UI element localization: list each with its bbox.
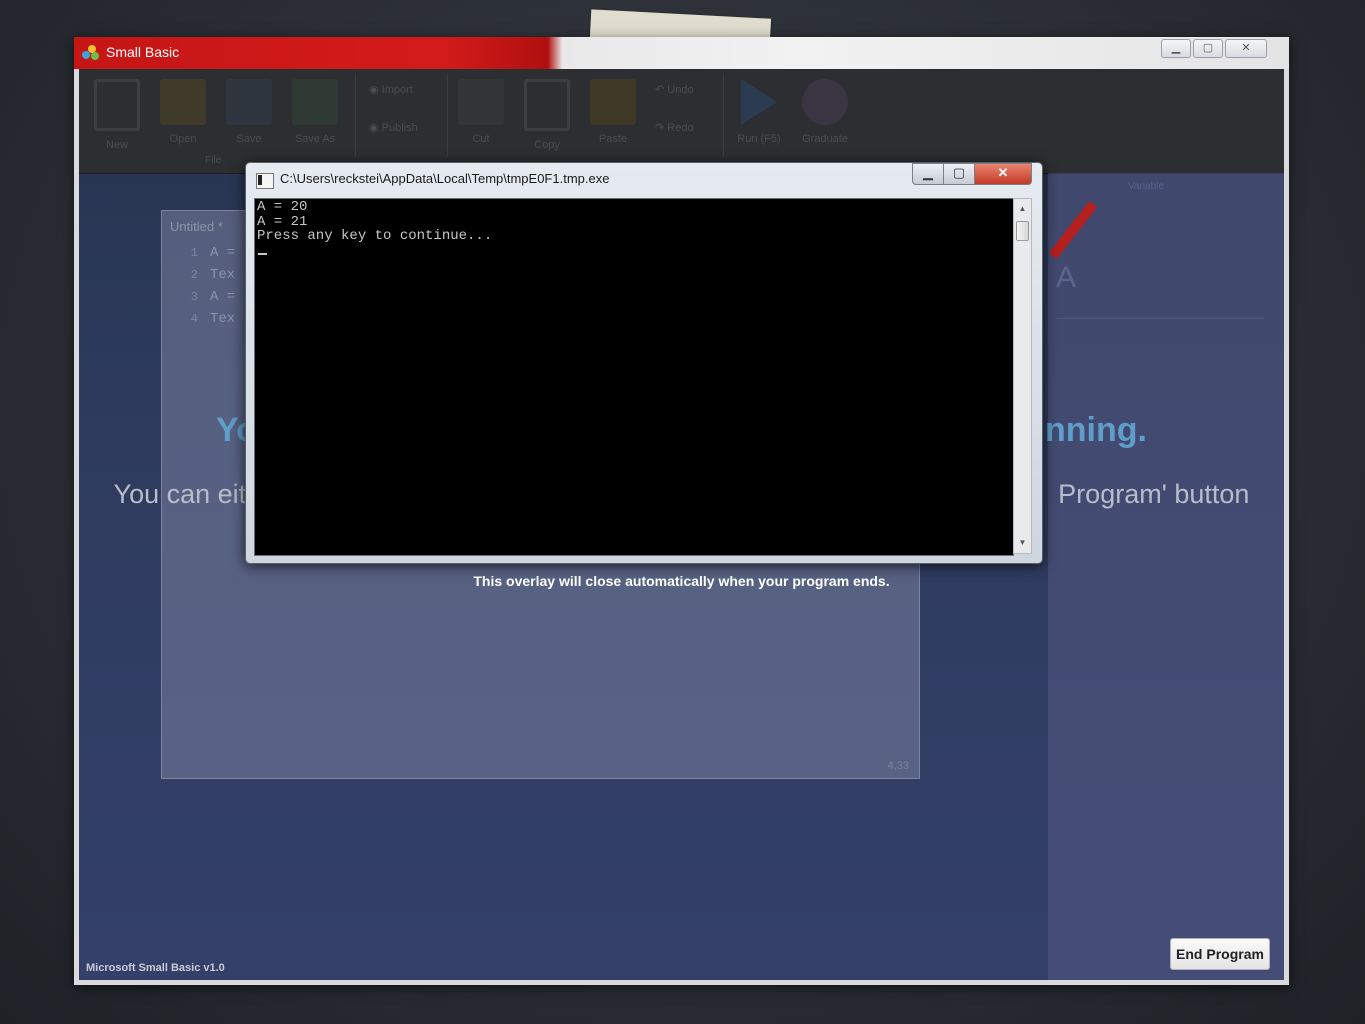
ribbon-new-label: New <box>105 139 128 151</box>
ribbon-redo-button[interactable]: ↷ Redo <box>655 121 694 134</box>
console-maximize-button[interactable]: ▢ <box>943 163 975 185</box>
ribbon-publish-label: Publish <box>381 122 418 134</box>
ribbon-cut-button[interactable]: Cut <box>453 79 509 145</box>
import-icon: ◉ <box>369 84 379 96</box>
running-heading-right: nning. <box>1044 411 1147 449</box>
running-subtext-right: Program' button <box>1058 479 1250 509</box>
undo-icon: ↶ <box>655 84 665 96</box>
console-cursor <box>258 253 267 255</box>
ribbon-separator <box>447 73 448 157</box>
console-scrollbar[interactable]: ▲ ▼ <box>1013 198 1032 554</box>
redo-icon: ↷ <box>655 122 665 134</box>
ribbon-run-label: Run (F5) <box>737 133 781 145</box>
main-minimize-button[interactable]: ▁ <box>1161 39 1191 58</box>
running-subtext-left: You can eit <box>113 479 247 509</box>
ribbon-separator <box>723 73 724 157</box>
cut-icon <box>458 79 504 125</box>
ribbon-toolbar: New Open Save Save As ◉ Import ◉ Publish <box>79 69 1284 174</box>
line-code: A = <box>210 289 236 305</box>
code-line: 2 Tex <box>170 267 235 289</box>
new-file-icon <box>94 79 140 131</box>
ribbon-cut-label: Cut <box>472 133 490 145</box>
open-folder-icon <box>160 79 206 125</box>
overlay-autoclose-text: This overlay will close automatically wh… <box>473 573 890 589</box>
ribbon-save-as-label: Save As <box>294 133 336 145</box>
console-close-button[interactable]: ✕ <box>974 163 1032 185</box>
save-icon <box>226 79 272 125</box>
ribbon-open-button[interactable]: Open <box>155 79 211 145</box>
editor-tab-title[interactable]: Untitled * <box>170 219 223 234</box>
console-output-area[interactable]: A = 20 A = 21 Press any key to continue.… <box>254 198 1014 556</box>
ribbon-redo-label: Redo <box>667 122 694 134</box>
ribbon-paste-label: Paste <box>598 133 628 145</box>
small-basic-logo-icon <box>82 45 100 61</box>
ribbon-copy-label: Copy <box>534 139 560 151</box>
help-divider <box>1056 318 1264 319</box>
console-app-icon <box>256 173 274 189</box>
ribbon-run-button[interactable]: Run (F5) <box>731 79 787 145</box>
main-maximize-button[interactable]: ▢ <box>1193 39 1223 58</box>
copy-icon <box>524 79 570 131</box>
console-title: C:\Users\reckstei\AppData\Local\Temp\tmp… <box>280 171 610 186</box>
code-line: 1 A = <box>170 245 235 267</box>
ribbon-import-button[interactable]: ◉ Import <box>369 83 413 96</box>
console-window[interactable]: C:\Users\reckstei\AppData\Local\Temp\tmp… <box>245 162 1043 564</box>
ribbon-undo-label: Undo <box>667 84 694 96</box>
main-window-title: Small Basic <box>106 44 180 60</box>
line-number: 4 <box>190 312 198 326</box>
ribbon-save-as-button[interactable]: Save As <box>287 79 343 145</box>
ribbon-save-button[interactable]: Save <box>221 79 277 145</box>
scroll-up-icon[interactable]: ▲ <box>1014 201 1031 217</box>
end-program-button[interactable]: End Program <box>1170 938 1270 970</box>
line-code: A = <box>210 245 236 261</box>
line-number: 2 <box>190 268 198 282</box>
console-output-text: A = 20 A = 21 Press any key to continue.… <box>257 199 493 244</box>
ribbon-undo-button[interactable]: ↶ Undo <box>655 83 694 96</box>
ribbon-graduate-button[interactable]: Graduate <box>797 79 853 145</box>
publish-icon: ◉ <box>369 122 379 134</box>
line-code: Tex <box>210 267 236 283</box>
graduate-icon <box>802 79 848 125</box>
cursor-position: 4,33 <box>887 760 909 772</box>
ribbon-graduate-label: Graduate <box>802 133 848 145</box>
ribbon-copy-button[interactable]: Copy <box>519 79 575 151</box>
version-label: Microsoft Small Basic v1.0 <box>86 962 225 974</box>
main-titlebar[interactable]: Small Basic ▁ ▢ ✕ <box>74 37 1289 69</box>
main-close-button[interactable]: ✕ <box>1225 39 1267 58</box>
editor-lines: 1 A = 2 Tex 3 A = 4 Tex <box>170 245 235 333</box>
line-number: 3 <box>190 290 198 304</box>
scroll-thumb[interactable] <box>1016 221 1029 241</box>
ribbon-group-file: File <box>205 155 222 166</box>
ribbon-save-label: Save <box>236 133 262 145</box>
line-number: 1 <box>190 246 198 260</box>
scroll-down-icon[interactable]: ▼ <box>1014 535 1031 551</box>
ribbon-new-button[interactable]: New <box>89 79 145 151</box>
ribbon-publish-button[interactable]: ◉ Publish <box>369 121 418 134</box>
help-variable-letter: A <box>1056 261 1077 294</box>
paste-icon <box>590 79 636 125</box>
line-code: Tex <box>210 311 236 327</box>
ribbon-open-label: Open <box>169 133 197 145</box>
console-minimize-button[interactable]: ▁ <box>912 163 944 185</box>
code-line: 4 Tex <box>170 311 235 333</box>
ribbon-import-label: Import <box>381 84 413 96</box>
run-icon <box>741 79 777 125</box>
pencil-icon <box>1048 200 1098 260</box>
save-as-icon <box>292 79 338 125</box>
help-section-label: Variable <box>1128 181 1164 192</box>
code-line: 3 A = <box>170 289 235 311</box>
ribbon-paste-button[interactable]: Paste <box>585 79 641 145</box>
ribbon-separator <box>355 73 356 157</box>
